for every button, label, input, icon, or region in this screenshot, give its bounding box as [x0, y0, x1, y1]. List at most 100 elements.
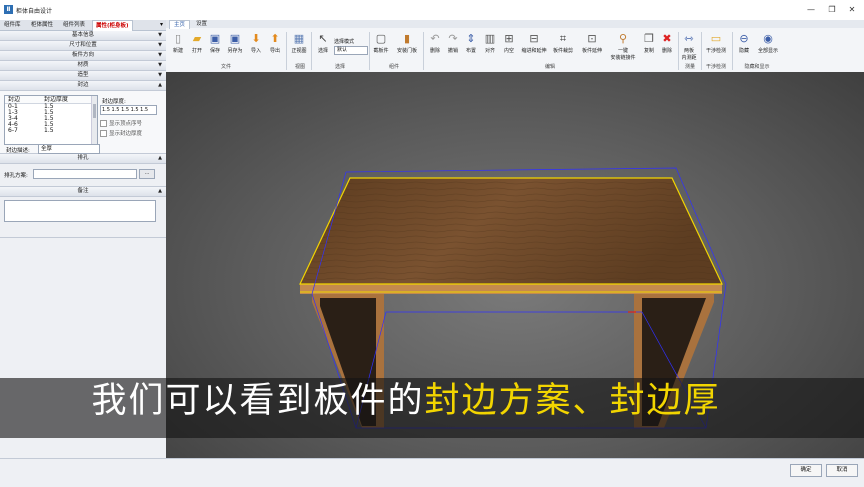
subtitle-plain: 我们可以看到板件的 — [91, 381, 425, 421]
redo-icon: ↷ — [448, 32, 458, 45]
align-icon: ▥ — [484, 32, 496, 45]
table-scrollbar[interactable] — [91, 96, 97, 144]
delete-x-icon: ✖ — [662, 32, 672, 45]
title-bar: Ⅱ 柜体自由设计 — ❐ ✕ — [0, 0, 864, 21]
front-view-icon: ▦ — [293, 32, 305, 45]
front-view-button[interactable]: ▦ 正视图 — [288, 32, 310, 55]
chevron-down-icon: ▼ — [158, 42, 162, 48]
group-edit-label: 编辑 — [544, 64, 555, 70]
shrink-extend-icon: ⊟ — [529, 32, 539, 45]
thickness-col-header: 封边厚度 — [44, 96, 69, 103]
hide-button[interactable]: ⊖ 隐藏 — [733, 32, 755, 55]
edge-desc-label: 封边描述: — [6, 148, 30, 154]
section-shape[interactable]: 造型 ▼ — [0, 71, 166, 81]
show-edge-thickness-checkbox[interactable]: 显示封边厚度 — [100, 129, 142, 137]
link-icon: ⚲ — [618, 32, 628, 45]
shrink-extend-button[interactable]: ⊟ 缩进和延伸 — [520, 32, 548, 55]
footer-bar: 确定 取消 — [0, 458, 864, 487]
save-as-button[interactable]: ▣ 另存为 — [224, 33, 246, 55]
section-holes[interactable]: 排孔 ▲ — [0, 154, 166, 164]
select-button[interactable]: ↖ 选择 — [312, 32, 334, 55]
left-tab-strip: 组件库 柜体属性 组件列表 属性(柜身板) ▾ — [0, 20, 166, 31]
section-size[interactable]: 尺寸和位置 ▼ — [0, 41, 166, 51]
tab-component-library[interactable]: 组件库 — [1, 20, 24, 30]
hole-scheme-input[interactable] — [33, 169, 137, 179]
install-door-button[interactable]: ▮ 安装门板 — [394, 32, 420, 55]
hole-browse-button[interactable]: ... — [139, 169, 155, 179]
board-crop-button[interactable]: ⌗ 板件裁剪 — [550, 32, 576, 55]
board-extend-button[interactable]: ⊡ 板件延伸 — [579, 32, 605, 55]
tab-settings[interactable]: 设置 — [192, 20, 211, 28]
tab-home[interactable]: 主页 — [169, 20, 191, 29]
close-button[interactable]: ✕ — [845, 4, 859, 16]
edge-thickness-input[interactable]: 1.5 1.5 1.5 1.5 1.5 — [100, 105, 157, 115]
layout-icon: ⇕ — [466, 32, 476, 45]
tab-cabinet-props[interactable]: 柜体属性 — [28, 20, 56, 30]
eye-icon: ◉ — [763, 32, 773, 45]
restore-button[interactable]: ❐ — [825, 4, 839, 16]
sample-board-button[interactable]: ▢ 截板件 — [370, 33, 392, 55]
window-title: 柜体自由设计 — [16, 8, 53, 15]
holes-panel: 排孔方案: ... — [0, 164, 166, 187]
crop-icon: ⌗ — [559, 32, 567, 45]
group-measure-label: 测量 — [684, 64, 695, 70]
minimize-button[interactable]: — — [804, 4, 818, 16]
app-icon: Ⅱ — [4, 5, 13, 14]
group-interference-label: 干涉检测 — [705, 64, 726, 70]
group-view-label: 视图 — [294, 64, 305, 70]
show-vertex-checkbox[interactable]: 显示顶点序号 — [100, 119, 142, 127]
save-button[interactable]: ▣ 保存 — [204, 32, 226, 55]
folder-icon: ▰ — [192, 32, 202, 45]
inner-space-button[interactable]: ⊞ 内空 — [498, 32, 520, 55]
hole-scheme-label: 排孔方案: — [4, 173, 28, 179]
interference-check-button[interactable]: ▭ 干涉检测 — [703, 32, 729, 55]
tab-component-list[interactable]: 组件列表 — [60, 20, 88, 30]
edge-col-header: 封边 — [8, 96, 21, 103]
import-icon: ⬇ — [251, 32, 261, 45]
notes-textarea[interactable] — [4, 200, 156, 222]
measure-button[interactable]: ⇿ 两板 内测距 — [678, 32, 700, 62]
table-row[interactable]: 6-7 1.5 — [5, 128, 97, 134]
group-file-label: 文件 — [220, 64, 231, 70]
disk-icon: ▣ — [209, 32, 221, 45]
tab-dropdown-icon[interactable]: ▾ — [160, 20, 163, 30]
chevron-down-icon: ▼ — [158, 72, 162, 78]
section-edge[interactable]: 封边 ▲ — [0, 81, 166, 91]
inner-space-icon: ⊞ — [504, 32, 514, 45]
chevron-down-icon: ▼ — [158, 52, 162, 58]
cancel-button[interactable]: 取消 — [826, 464, 858, 477]
ribbon-tab-strip: 主页 设置 — [166, 20, 864, 29]
one-key-link-button[interactable]: ⚲ 一键 安装链接件 — [608, 32, 638, 62]
group-select-label: 选择 — [334, 64, 345, 70]
section-basic[interactable]: 基本信息 ▼ — [0, 31, 166, 41]
ribbon: 主页 设置 ▯ 新建 ▰ 打开 ▣ 保存 ▣ 另存为 ⬇ 导入 ⬆ 导出 文件 ▦ 正视图 视… — [166, 20, 864, 73]
door-icon: ▮ — [403, 32, 411, 45]
edge-panel: 封边 封边厚度 0-1 1.5 1-3 1.5 3-4 1.5 4-6 1.5 6-7 1.… — [0, 91, 166, 154]
undo-icon: ↶ — [430, 32, 440, 45]
tab-board-props[interactable]: 属性(柜身板) — [92, 20, 133, 31]
interference-icon: ▭ — [710, 32, 722, 45]
show-all-button[interactable]: ◉ 全部显示 — [755, 32, 781, 55]
remove-button[interactable]: ✖ 删除 — [656, 32, 678, 55]
cursor-icon: ↖ — [318, 32, 328, 45]
edge-desc-input[interactable]: 全厚 — [38, 144, 100, 154]
export-button[interactable]: ⬆ 导出 — [264, 33, 286, 55]
new-file-icon: ▯ — [174, 32, 182, 45]
section-notes[interactable]: 备注 ▲ — [0, 187, 166, 197]
select-mode-label: 选择模式 — [334, 39, 355, 45]
subtitle-highlight: 封边方案、封边厚 — [424, 381, 721, 421]
ok-button[interactable]: 确定 — [790, 464, 822, 477]
section-texture-dir[interactable]: 板件方向 ▼ — [0, 51, 166, 61]
hide-icon: ⊖ — [739, 32, 749, 45]
extend-icon: ⊡ — [587, 32, 597, 45]
group-hide-show-label: 隐藏和显示 — [744, 64, 770, 70]
section-material[interactable]: 材质 ▼ — [0, 61, 166, 71]
copy-icon: ❐ — [644, 32, 654, 45]
group-assembly-label: 组件 — [388, 64, 399, 70]
chevron-up-icon: ▲ — [158, 188, 162, 194]
select-mode-dropdown[interactable]: 默认 — [334, 46, 368, 55]
subtitle: 我们可以看到板件的封边方案、封边厚 — [0, 381, 812, 421]
edge-table[interactable]: 封边 封边厚度 0-1 1.5 1-3 1.5 3-4 1.5 4-6 1.5 6-7 1.… — [4, 95, 98, 145]
edge-thickness-label: 封边厚度: — [102, 99, 126, 105]
ruler-icon: ⇿ — [684, 32, 694, 45]
